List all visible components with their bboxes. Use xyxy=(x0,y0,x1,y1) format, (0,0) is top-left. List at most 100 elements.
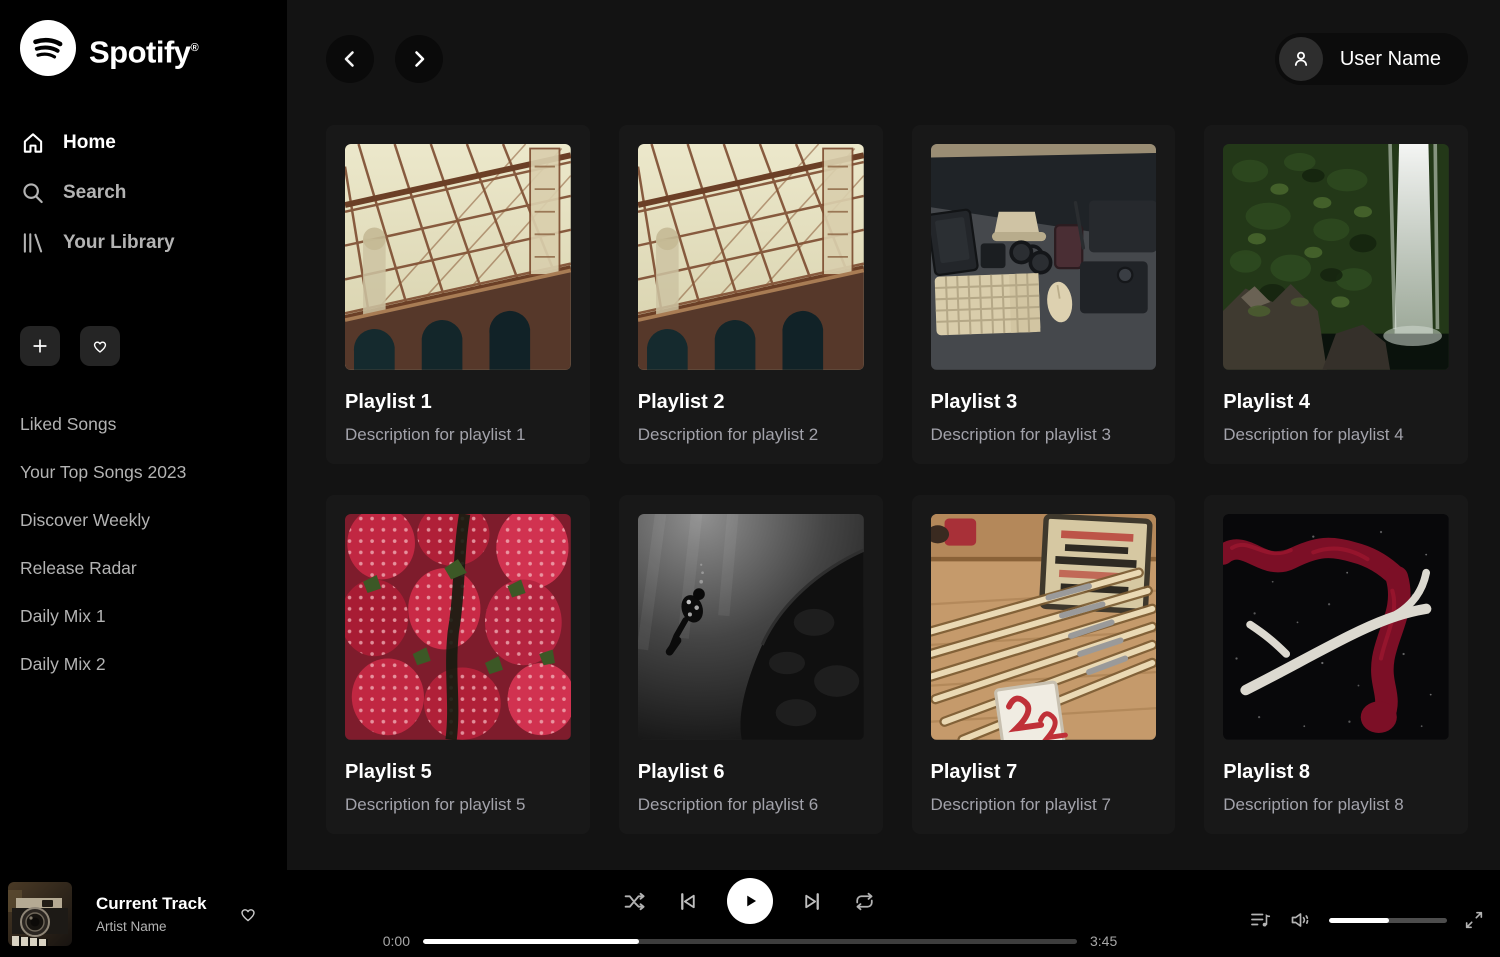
vintage-camera-art xyxy=(8,882,72,946)
desk-flatlay-art xyxy=(931,144,1157,370)
playlist-cover-art xyxy=(638,144,864,370)
progress-bar[interactable] xyxy=(423,939,1077,944)
playlist-card[interactable]: Playlist 1 Description for playlist 1 xyxy=(326,125,590,464)
volume-slider[interactable] xyxy=(1329,918,1447,923)
track-info: Current Track Artist Name xyxy=(96,894,207,934)
playlist-title: Playlist 5 xyxy=(345,761,571,784)
playlist-card[interactable]: Playlist 2 Description for playlist 2 xyxy=(619,125,883,464)
chevron-left-icon xyxy=(338,47,362,71)
playlist-description: Description for playlist 5 xyxy=(345,795,571,815)
sidebar-playlist-link[interactable]: Release Radar xyxy=(20,544,267,592)
playlist-grid: Playlist 1 Description for playlist 1 xyxy=(287,85,1500,834)
library-actions xyxy=(20,326,267,366)
sidebar-item-label: Your Library xyxy=(63,232,175,254)
playlist-card[interactable]: Playlist 3 Description for playlist 3 xyxy=(912,125,1176,464)
duration-time: 3:45 xyxy=(1090,933,1124,949)
progress-fill xyxy=(423,939,639,944)
user-name-label: User Name xyxy=(1340,48,1441,71)
track-artist: Artist Name xyxy=(96,919,207,934)
player-options xyxy=(1249,908,1485,932)
playlist-cover-art xyxy=(1223,514,1449,740)
sidebar-item-label: Search xyxy=(63,182,126,204)
home-icon xyxy=(20,130,46,156)
playlist-description: Description for playlist 2 xyxy=(638,425,864,445)
shuffle-button[interactable] xyxy=(623,889,648,914)
main-content: User Name xyxy=(287,0,1500,870)
elapsed-time: 0:00 xyxy=(376,933,410,949)
playlist-description: Description for playlist 8 xyxy=(1223,795,1449,815)
search-icon xyxy=(20,180,46,206)
speaker-icon xyxy=(1289,908,1313,932)
playlist-card[interactable]: Playlist 5 Description for playlist 5 xyxy=(326,495,590,834)
sidebar-item-search[interactable]: Search xyxy=(20,168,267,218)
progress-section: 0:00 3:45 xyxy=(376,933,1124,949)
shuffle-icon xyxy=(623,889,648,914)
create-playlist-button[interactable] xyxy=(20,326,60,366)
player-controls: 0:00 3:45 xyxy=(376,877,1124,949)
previous-track-button[interactable] xyxy=(675,889,700,914)
main-header: User Name xyxy=(287,0,1500,85)
play-button[interactable] xyxy=(727,878,773,924)
sidebar-item-home[interactable]: Home xyxy=(20,118,267,168)
transport-controls xyxy=(623,877,877,925)
playlist-card[interactable]: Playlist 6 Description for playlist 6 xyxy=(619,495,883,834)
fullscreen-button[interactable] xyxy=(1463,909,1485,931)
next-icon xyxy=(800,889,825,914)
playlist-card[interactable]: Playlist 8 Description for playlist 8 xyxy=(1204,495,1468,834)
playlist-title: Playlist 8 xyxy=(1223,761,1449,784)
playlist-title: Playlist 4 xyxy=(1223,391,1449,414)
player-bar: Current Track Artist Name xyxy=(0,870,1500,957)
heart-icon xyxy=(90,336,110,356)
previous-icon xyxy=(675,889,700,914)
repeat-icon xyxy=(852,889,877,914)
sidebar-playlist-link[interactable]: Daily Mix 2 xyxy=(20,640,267,688)
playlist-title: Playlist 2 xyxy=(638,391,864,414)
like-track-button[interactable] xyxy=(237,903,259,925)
sidebar-item-label: Home xyxy=(63,132,116,154)
now-playing-section: Current Track Artist Name xyxy=(0,882,259,946)
track-title: Current Track xyxy=(96,894,207,914)
sidebar-playlists: Liked Songs Your Top Songs 2023 Discover… xyxy=(20,400,267,688)
volume-button[interactable] xyxy=(1289,908,1313,932)
antler-red-ribbon-art xyxy=(1223,514,1449,740)
playlist-title: Playlist 3 xyxy=(931,391,1157,414)
queue-button[interactable] xyxy=(1249,908,1273,932)
playlist-card[interactable]: Playlist 7 Description for playlist 7 xyxy=(912,495,1176,834)
sidebar-playlist-link[interactable]: Your Top Songs 2023 xyxy=(20,448,267,496)
playlist-cover-art xyxy=(931,514,1157,740)
expand-icon xyxy=(1463,909,1485,931)
app-window: Spotify® Home Search Your Library xyxy=(0,0,1500,957)
repeat-button[interactable] xyxy=(852,889,877,914)
spotify-logo-icon xyxy=(20,20,76,76)
sidebar-playlist-link[interactable]: Liked Songs xyxy=(20,400,267,448)
spotify-brand: Spotify® xyxy=(20,20,267,80)
liked-songs-button[interactable] xyxy=(80,326,120,366)
playlist-cover-art xyxy=(638,514,864,740)
queue-icon xyxy=(1249,908,1273,932)
playlist-description: Description for playlist 4 xyxy=(1223,425,1449,445)
avatar xyxy=(1279,37,1323,81)
playlist-cover-art xyxy=(1223,144,1449,370)
registered-mark: ® xyxy=(191,42,199,54)
sidebar-item-your-library[interactable]: Your Library xyxy=(20,218,267,268)
forward-button[interactable] xyxy=(395,35,443,83)
library-icon xyxy=(20,230,46,256)
sidebar: Spotify® Home Search Your Library xyxy=(0,0,287,870)
underwater-diver-art xyxy=(638,514,864,740)
strawberries-art xyxy=(345,514,571,740)
playlist-cover-art xyxy=(345,514,571,740)
sidebar-playlist-link[interactable]: Discover Weekly xyxy=(20,496,267,544)
user-menu-button[interactable]: User Name xyxy=(1275,33,1468,85)
album-art xyxy=(8,882,72,946)
playlist-cover-art xyxy=(345,144,571,370)
playlist-title: Playlist 6 xyxy=(638,761,864,784)
playlist-card[interactable]: Playlist 4 Description for playlist 4 xyxy=(1204,125,1468,464)
sidebar-playlist-link[interactable]: Daily Mix 1 xyxy=(20,592,267,640)
next-track-button[interactable] xyxy=(800,889,825,914)
wooden-rulers-art xyxy=(931,514,1157,740)
steel-bridge-art xyxy=(638,144,864,370)
playlist-title: Playlist 1 xyxy=(345,391,571,414)
waterfall-art xyxy=(1223,144,1449,370)
chevron-right-icon xyxy=(407,47,431,71)
back-button[interactable] xyxy=(326,35,374,83)
